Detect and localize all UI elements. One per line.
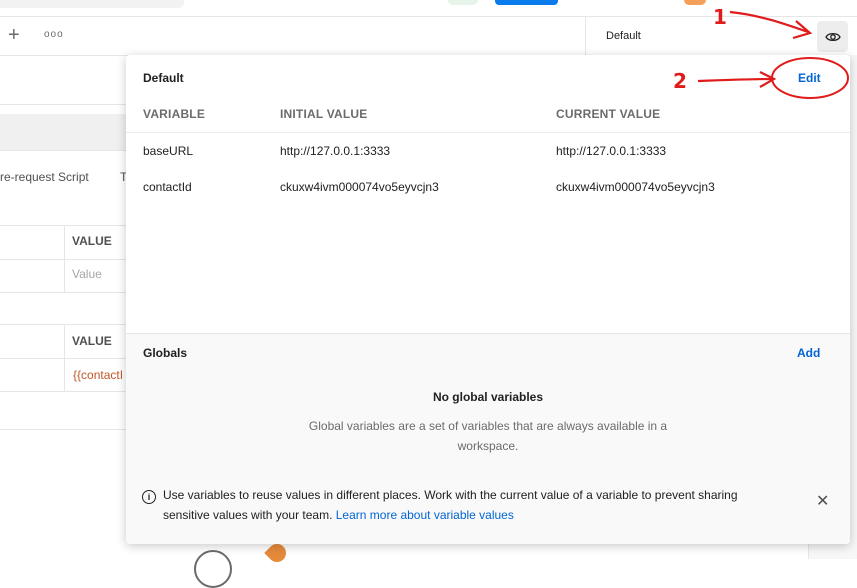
value-input[interactable]: {{contactI — [73, 368, 123, 382]
divider — [0, 104, 126, 105]
eye-icon[interactable] — [817, 21, 848, 52]
info-banner: Use variables to reuse values in differe… — [163, 485, 783, 525]
headers-table: VALUE {{contactI — [0, 324, 126, 430]
globals-title: Globals — [143, 346, 188, 360]
invite-button[interactable] — [495, 0, 558, 5]
environment-quick-look-popover: Default Edit VARIABLE INITIAL VALUE CURR… — [126, 55, 850, 544]
environment-title: Default — [143, 71, 184, 85]
initial-value: http://127.0.0.1:3333 — [280, 144, 391, 158]
current-value: http://127.0.0.1:3333 — [556, 144, 667, 158]
environment-selector-bar: Default — [585, 17, 857, 56]
ellipsis-icon[interactable]: ooo — [44, 29, 64, 40]
variable-name: contactId — [143, 180, 192, 194]
tab-bar: + ooo — [0, 17, 585, 56]
environment-selector[interactable]: Default — [606, 30, 641, 42]
learn-more-link[interactable]: Learn more about variable values — [336, 508, 514, 522]
empty-state-title: No global variables — [432, 390, 544, 404]
column-header-value: VALUE — [72, 334, 112, 348]
avatar[interactable] — [684, 0, 706, 5]
search-bar[interactable] — [0, 0, 184, 8]
column-header-initial-value: INITIAL VALUE — [280, 107, 368, 121]
globals-section: Globals Add No global variables Global v… — [126, 333, 850, 544]
divider — [126, 132, 850, 133]
initial-value: ckuxw4ivm000074vo5eyvcjn3 — [280, 180, 439, 194]
environment-section: Default Edit VARIABLE INITIAL VALUE CURR… — [126, 55, 850, 333]
add-global-button[interactable]: Add — [797, 346, 820, 360]
rocket-icon — [264, 540, 290, 566]
column-header-current-value: CURRENT VALUE — [556, 107, 661, 121]
top-bar — [0, 0, 857, 17]
variable-name: baseURL — [143, 144, 194, 158]
current-value: ckuxw4ivm000074vo5eyvcjn3 — [556, 180, 715, 194]
close-icon[interactable]: ✕ — [816, 494, 829, 510]
request-url-bar — [0, 114, 126, 151]
value-input[interactable]: Value — [72, 267, 102, 281]
status-badge — [448, 0, 478, 5]
params-table: VALUE Value — [0, 225, 126, 293]
tab-pre-request-script[interactable]: re-request Script — [0, 170, 89, 184]
illustration — [194, 550, 232, 588]
plus-icon[interactable]: + — [8, 25, 20, 45]
empty-state-description: Global variables are a set of variables … — [308, 419, 668, 453]
info-icon: i — [142, 490, 156, 504]
edit-button[interactable]: Edit — [798, 71, 821, 85]
column-header-variable: VARIABLE — [143, 107, 206, 121]
column-header-value: VALUE — [72, 234, 112, 248]
